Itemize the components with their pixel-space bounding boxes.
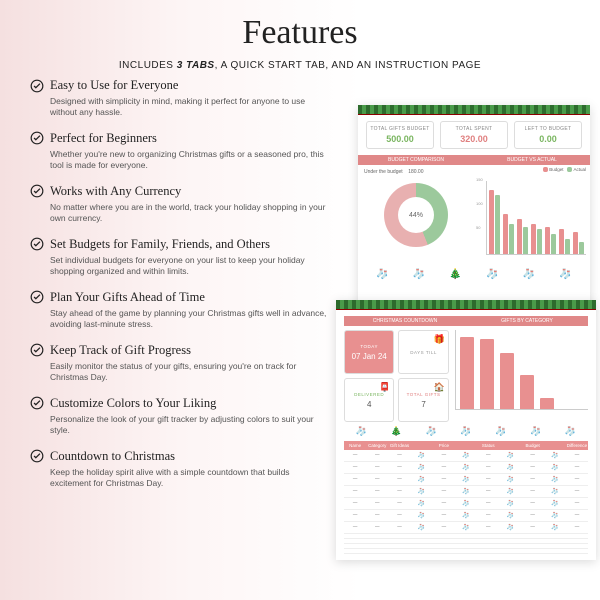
stocking-icon: 🧦 xyxy=(495,426,506,437)
feature-item: Keep Track of Gift Progress Easily monit… xyxy=(30,343,330,384)
feature-title: Set Budgets for Family, Friends, and Oth… xyxy=(50,237,270,252)
grouped-bar-chart: BudgetActual 150 100 50 xyxy=(474,165,590,265)
stocking-icon: 🧦 xyxy=(523,269,535,280)
table-header: Name Category Gift Ideas Price Status Bu… xyxy=(344,441,588,450)
card-days-till: DAYS TILL 🎁 xyxy=(398,330,448,374)
stat-left-budget: LEFT TO BUDGET 0.00 xyxy=(514,121,582,149)
category-bar-chart xyxy=(455,330,588,422)
feature-desc: Personalize the look of your gift tracke… xyxy=(50,414,330,437)
feature-desc: Keep the holiday spirit alive with a sim… xyxy=(50,467,330,490)
table-row: ———🧦—🧦—🧦—🧦— xyxy=(344,474,588,486)
feature-item: Perfect for Beginners Whether you're new… xyxy=(30,131,330,172)
garland-decoration xyxy=(358,105,590,115)
stocking-icon: 🧦 xyxy=(356,426,367,437)
check-icon xyxy=(30,396,44,410)
feature-item: Countdown to Christmas Keep the holiday … xyxy=(30,449,330,490)
feature-item: Customize Colors to Your Liking Personal… xyxy=(30,396,330,437)
stocking-icon: 🧦 xyxy=(426,426,437,437)
feature-list: Easy to Use for Everyone Designed with s… xyxy=(30,78,330,502)
feature-title: Works with Any Currency xyxy=(50,184,181,199)
feature-item: Works with Any Currency No matter where … xyxy=(30,184,330,225)
feature-desc: Designed with simplicity in mind, making… xyxy=(50,96,330,119)
table-row: ———🧦—🧦—🧦—🧦— xyxy=(344,450,588,462)
stocking-icon: 🧦 xyxy=(376,269,388,280)
check-icon xyxy=(30,343,44,357)
preview-budget-sheet: TOTAL GIFTS BUDGET 500.00 TOTAL SPENT 32… xyxy=(358,105,590,310)
feature-title: Customize Colors to Your Liking xyxy=(50,396,216,411)
feature-title: Plan Your Gifts Ahead of Time xyxy=(50,290,205,305)
feature-desc: No matter where you are in the world, tr… xyxy=(50,202,330,225)
stat-total-budget: TOTAL GIFTS BUDGET 500.00 xyxy=(366,121,434,149)
page-title: Features xyxy=(0,0,600,52)
house-icon: 🏠 xyxy=(434,382,445,393)
table-row: ———🧦—🧦—🧦—🧦— xyxy=(344,498,588,510)
tree-icon: 🎄 xyxy=(391,426,402,437)
stocking-icon: 🧦 xyxy=(565,426,576,437)
check-icon xyxy=(30,184,44,198)
donut-chart: Under the budget 180.00 44% xyxy=(358,165,474,265)
feature-title: Countdown to Christmas xyxy=(50,449,175,464)
page-subtitle: INCLUDES 3 TABS, A QUICK START TAB, AND … xyxy=(0,60,600,71)
table-row xyxy=(344,549,588,554)
stocking-icon: 🧦 xyxy=(530,426,541,437)
feature-desc: Stay ahead of the game by planning your … xyxy=(50,308,330,331)
feature-item: Easy to Use for Everyone Designed with s… xyxy=(30,78,330,119)
table-row: ———🧦—🧦—🧦—🧦— xyxy=(344,462,588,474)
stocking-icon: 🧦 xyxy=(460,426,471,437)
stat-total-spent: TOTAL SPENT 320.00 xyxy=(440,121,508,149)
feature-desc: Easily monitor the status of your gifts,… xyxy=(50,361,330,384)
stocking-icon: 🧦 xyxy=(486,269,498,280)
garland-decoration xyxy=(336,300,596,310)
mailbox-icon: 📮 xyxy=(379,382,390,393)
card-delivered: DELIVERED 4 📮 xyxy=(344,378,394,422)
table-row: ———🧦—🧦—🧦—🧦— xyxy=(344,510,588,522)
check-icon xyxy=(30,237,44,251)
stocking-icon: 🧦 xyxy=(559,269,571,280)
feature-title: Easy to Use for Everyone xyxy=(50,78,178,93)
gift-icon: 🎁 xyxy=(434,334,445,345)
table-row: ———🧦—🧦—🧦—🧦— xyxy=(344,486,588,498)
feature-item: Plan Your Gifts Ahead of Time Stay ahead… xyxy=(30,290,330,331)
feature-desc: Set individual budgets for everyone on y… xyxy=(50,255,330,278)
table-row: ———🧦—🧦—🧦—🧦— xyxy=(344,522,588,534)
check-icon xyxy=(30,131,44,145)
section-header: BUDGET COMPARISON xyxy=(358,155,474,165)
section-header: GIFTS BY CATEGORY xyxy=(466,316,588,326)
check-icon xyxy=(30,290,44,304)
feature-title: Perfect for Beginners xyxy=(50,131,157,146)
section-header: BUDGET VS ACTUAL xyxy=(474,155,590,165)
card-total-gifts: TOTAL GIFTS 7 🏠 xyxy=(398,378,448,422)
feature-title: Keep Track of Gift Progress xyxy=(50,343,191,358)
feature-item: Set Budgets for Family, Friends, and Oth… xyxy=(30,237,330,278)
check-icon xyxy=(30,449,44,463)
feature-desc: Whether you're new to organizing Christm… xyxy=(50,149,330,172)
check-icon xyxy=(30,79,44,93)
stocking-icon: 🧦 xyxy=(413,269,425,280)
card-today: TODAY 07 Jan 24 xyxy=(344,330,394,374)
tree-icon: 🎄 xyxy=(449,269,461,280)
preview-countdown-sheet: CHRISTMAS COUNTDOWN GIFTS BY CATEGORY TO… xyxy=(336,300,596,560)
section-header: CHRISTMAS COUNTDOWN xyxy=(344,316,466,326)
